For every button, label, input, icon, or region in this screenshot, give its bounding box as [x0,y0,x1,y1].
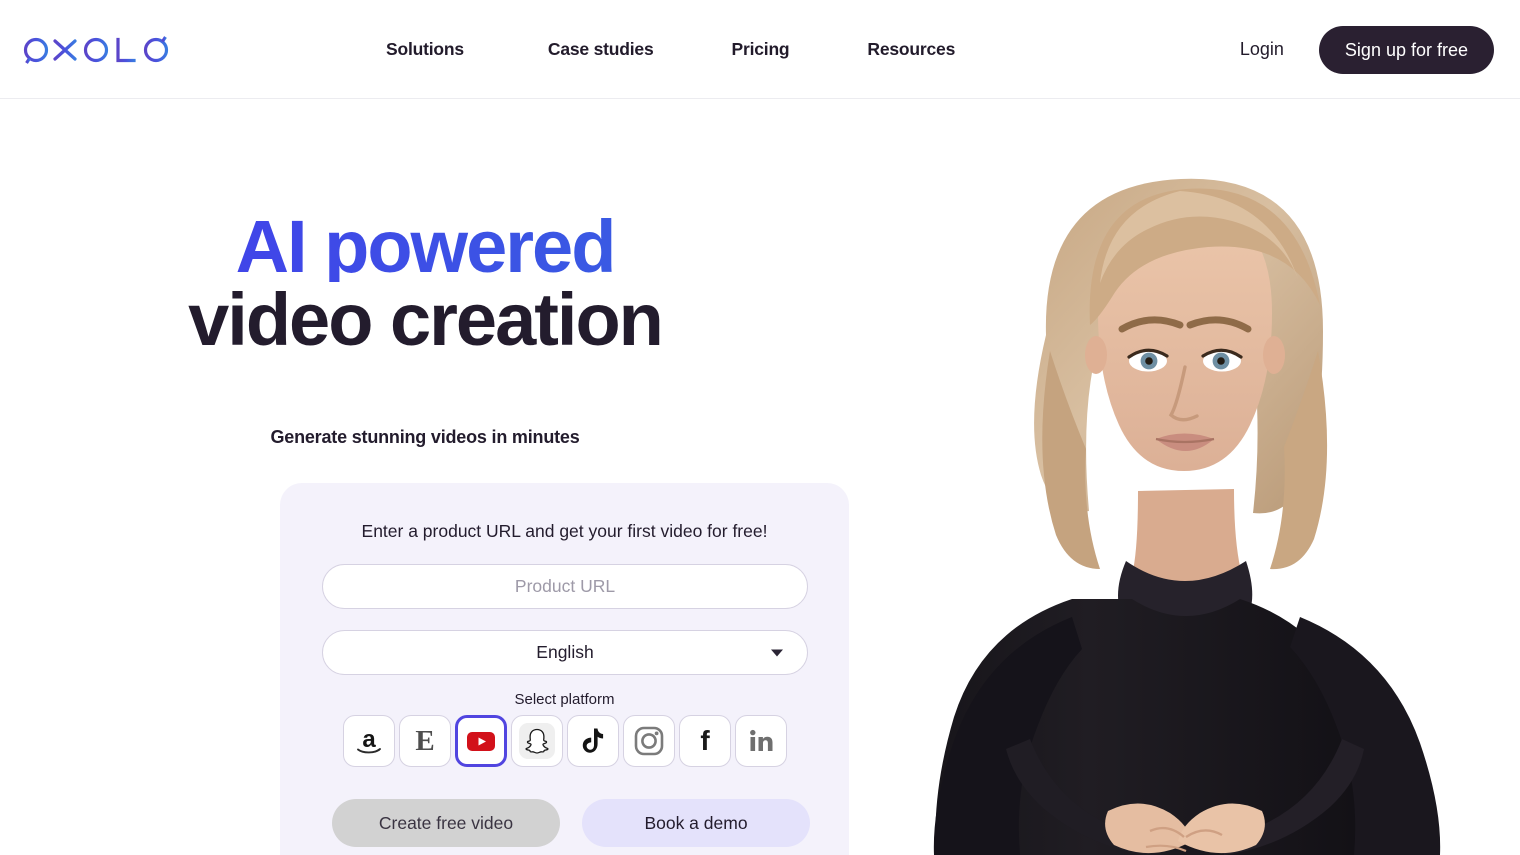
language-select[interactable]: English [322,630,808,675]
create-free-video-button[interactable]: Create free video [332,799,560,847]
chevron-down-icon [771,649,783,656]
nav-item-resources[interactable]: Resources [867,39,955,60]
svg-text:E: E [415,725,434,757]
platform-option-etsy[interactable]: E [398,715,451,767]
platform-option-amazon[interactable]: a [342,715,395,767]
card-title: Enter a product URL and get your first v… [361,521,768,541]
platform-label: Select platform [514,691,615,708]
linkedin-icon [749,729,772,751]
page-title: AI powered video creation [0,210,850,361]
platform-option-snapchat[interactable] [510,715,563,767]
hero-subheadline: Generate stunning videos in minutes [270,427,580,447]
book-demo-button[interactable]: Book a demo [582,799,810,847]
presenter-avatar-illustration [850,99,1520,855]
snapchat-icon [518,723,555,759]
card-actions: Create free video Book a demo [332,799,810,847]
tiktok-icon [582,728,603,753]
platform-option-instagram[interactable] [622,715,675,767]
platform-picker: a E f [280,715,849,767]
amazon-icon: a [356,726,381,754]
etsy-icon: E [415,725,434,757]
platform-option-linkedin[interactable] [734,715,787,767]
hero-section: AI powered video creation Generate stunn… [0,99,1520,855]
hero-content: AI powered video creation Generate stunn… [0,99,850,855]
language-select-value: English [536,642,594,662]
login-link[interactable]: Login [1240,39,1284,60]
video-request-card: Enter a product URL and get your first v… [280,483,849,855]
platform-option-facebook[interactable]: f [678,715,731,767]
signup-button[interactable]: Sign up for free [1318,25,1494,74]
main-navigation: Solutions Case studies Pricing Resources [386,0,955,99]
nav-item-pricing[interactable]: Pricing [732,39,790,60]
instagram-icon [634,726,663,756]
product-url-input[interactable] [322,564,808,609]
oxolo-wordmark-logo [23,36,169,64]
nav-item-solutions[interactable]: Solutions [386,39,464,60]
platform-option-youtube[interactable] [454,715,507,767]
platform-option-tiktok[interactable] [566,715,619,767]
nav-item-case-studies[interactable]: Case studies [548,39,654,60]
svg-text:a: a [362,726,376,753]
facebook-icon: f [700,725,710,756]
header-actions: Login Sign up for free [1240,0,1494,99]
svg-text:f: f [700,725,710,756]
hero-avatar-image [850,99,1520,855]
headline-line-dark: video creation [188,277,664,361]
oxolo-logo[interactable] [22,34,172,66]
site-header: Solutions Case studies Pricing Resources… [0,0,1520,99]
headline-line-accent: AI powered [0,210,850,284]
youtube-icon [466,732,495,751]
hero-avatar-container [850,99,1520,855]
